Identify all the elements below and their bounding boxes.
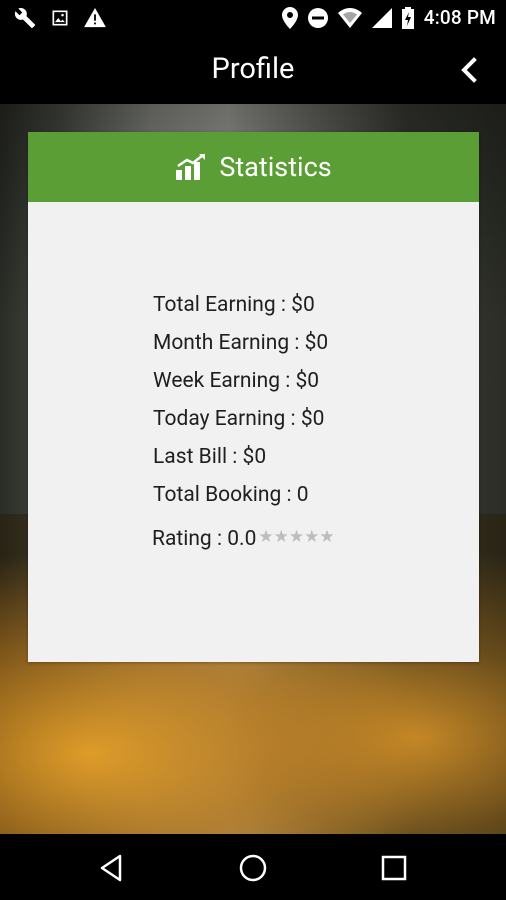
stat-rating: Rating : 0.0 ★ ★ ★ ★ ★ — [152, 520, 335, 558]
stat-total-booking: Total Booking : 0 — [153, 483, 309, 507]
wifi-icon — [337, 7, 362, 28]
app-header: Profile — [0, 36, 506, 104]
page-title: Profile — [211, 52, 295, 86]
chevron-left-icon — [461, 57, 477, 83]
location-icon — [281, 6, 298, 29]
statistics-card: Statistics Total Earning : $0 Month Earn… — [28, 132, 479, 662]
star-icon: ★ — [288, 526, 305, 547]
stat-week-earning: Week Earning : $0 — [153, 369, 320, 393]
status-bar: 4:08 PM — [0, 0, 506, 36]
stat-month-earning: Month Earning : $0 — [153, 331, 329, 355]
statistics-list: Total Earning : $0 Month Earning : $0 We… — [152, 292, 335, 558]
nav-back-button[interactable] — [96, 852, 128, 884]
stat-total-earning: Total Earning : $0 — [153, 293, 315, 317]
statistics-title: Statistics — [219, 151, 332, 183]
battery-icon — [401, 6, 414, 29]
signal-icon — [371, 7, 392, 28]
stat-last-bill: Last Bill : $0 — [153, 445, 267, 469]
rating-label: Rating : 0.0 — [152, 527, 257, 551]
nav-home-button[interactable] — [237, 852, 269, 884]
nav-recents-button[interactable] — [378, 852, 410, 884]
bar-chart-icon — [176, 154, 206, 180]
stat-today-earning: Today Earning : $0 — [153, 407, 325, 431]
rating-stars: ★ ★ ★ ★ ★ — [258, 526, 335, 547]
status-right-icons: 4:08 PM — [281, 6, 496, 29]
statistics-card-header: Statistics — [28, 132, 479, 202]
system-nav-bar — [0, 834, 506, 900]
image-icon — [50, 8, 70, 28]
star-icon: ★ — [304, 526, 320, 547]
star-icon: ★ — [319, 526, 335, 547]
status-clock: 4:08 PM — [423, 6, 496, 29]
wrench-icon — [14, 7, 36, 29]
do-not-disturb-icon — [307, 7, 328, 28]
home-circle-icon — [239, 854, 267, 882]
star-icon: ★ — [273, 526, 289, 547]
back-triangle-icon — [100, 854, 122, 882]
warning-icon — [84, 8, 106, 28]
star-icon: ★ — [258, 526, 274, 547]
recents-square-icon — [381, 855, 407, 881]
back-button[interactable] — [456, 56, 484, 84]
status-left-icons — [14, 7, 106, 29]
